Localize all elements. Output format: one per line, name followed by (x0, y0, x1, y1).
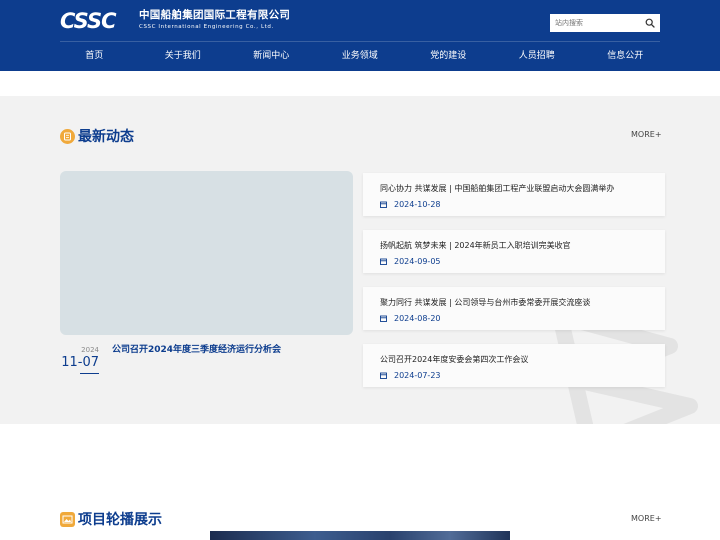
news-item[interactable]: 扬帆起航 筑梦未来 | 2024年新员工入职培训完美收官 2024-09-05 (363, 230, 665, 273)
nav-item-disclosure[interactable]: 信息公开 (581, 42, 670, 70)
news-item-date: 2024-08-20 (394, 314, 441, 323)
news-item-title: 同心协力 共谋发展 | 中国船舶集团工程产业联盟启动大会圆满举办 (380, 184, 615, 193)
news-item-title: 聚力同行 共谋发展 | 公司领导与台州市委常委开展交流座谈 (380, 298, 591, 307)
nav-item-recruitment[interactable]: 人员招聘 (493, 42, 582, 70)
news-section-heading: 最新动态 (60, 127, 180, 147)
nav-item-party[interactable]: 党的建设 (404, 42, 493, 70)
news-section-title: 最新动态 (78, 129, 134, 145)
logo-mark: CSSC (60, 9, 117, 33)
news-more-link[interactable]: MORE+ (631, 130, 662, 139)
calendar-icon (380, 315, 387, 322)
news-section: CSIE 最新动态 MORE+ 2024 11-07 公司召开2024年度三季度… (0, 96, 720, 424)
gallery-section-heading: 项目轮播展示 (60, 510, 200, 530)
calendar-icon (380, 201, 387, 208)
feature-news-year: 2024 (81, 346, 99, 354)
search-box (550, 14, 660, 32)
news-item[interactable]: 同心协力 共谋发展 | 中国船舶集团工程产业联盟启动大会圆满举办 2024-10… (363, 173, 665, 216)
gallery-carousel-image[interactable] (210, 531, 510, 540)
news-item-title: 扬帆起航 筑梦未来 | 2024年新员工入职培训完美收官 (380, 241, 571, 250)
search-icon[interactable] (645, 18, 655, 28)
feature-news-image[interactable] (60, 171, 353, 335)
news-item-date: 2024-09-05 (394, 257, 441, 266)
main-nav: 首页 关于我们 新闻中心 业务领域 党的建设 人员招聘 信息公开 (50, 42, 670, 70)
news-item-title: 公司召开2024年度安委会第四次工作会议 (380, 355, 529, 364)
nav-item-news[interactable]: 新闻中心 (227, 42, 316, 70)
feature-news-date: 2024 11-07 (60, 346, 99, 371)
feature-news-title[interactable]: 公司召开2024年度三季度经济运行分析会 (112, 344, 281, 356)
gallery-more-link[interactable]: MORE+ (631, 514, 662, 523)
logo-company-name: 中国船舶集团国际工程有限公司 (139, 9, 291, 21)
logo[interactable]: CSSC 中国船舶集团国际工程有限公司 CSSC International E… (60, 9, 290, 33)
news-item[interactable]: 聚力同行 共谋发展 | 公司领导与台州市委常委开展交流座谈 2024-08-20 (363, 287, 665, 330)
image-gallery-icon (60, 512, 75, 527)
calendar-icon (380, 372, 387, 379)
nav-item-about[interactable]: 关于我们 (139, 42, 228, 70)
feature-news-month-day: 11-07 (61, 355, 99, 370)
nav-item-home[interactable]: 首页 (50, 42, 139, 70)
feature-date-underline (80, 373, 99, 374)
gallery-section-title: 项目轮播展示 (78, 512, 162, 528)
nav-item-business[interactable]: 业务领域 (316, 42, 405, 70)
news-item[interactable]: 公司召开2024年度安委会第四次工作会议 2024-07-23 (363, 344, 665, 387)
search-input[interactable] (550, 14, 638, 32)
calendar-icon (380, 258, 387, 265)
news-item-date: 2024-10-28 (394, 200, 441, 209)
news-item-date: 2024-07-23 (394, 371, 441, 380)
logo-company-name-en: CSSC International Engineering Co., Ltd. (139, 24, 274, 30)
site-header: CSSC 中国船舶集团国际工程有限公司 CSSC International E… (0, 0, 720, 71)
news-icon (60, 129, 75, 144)
